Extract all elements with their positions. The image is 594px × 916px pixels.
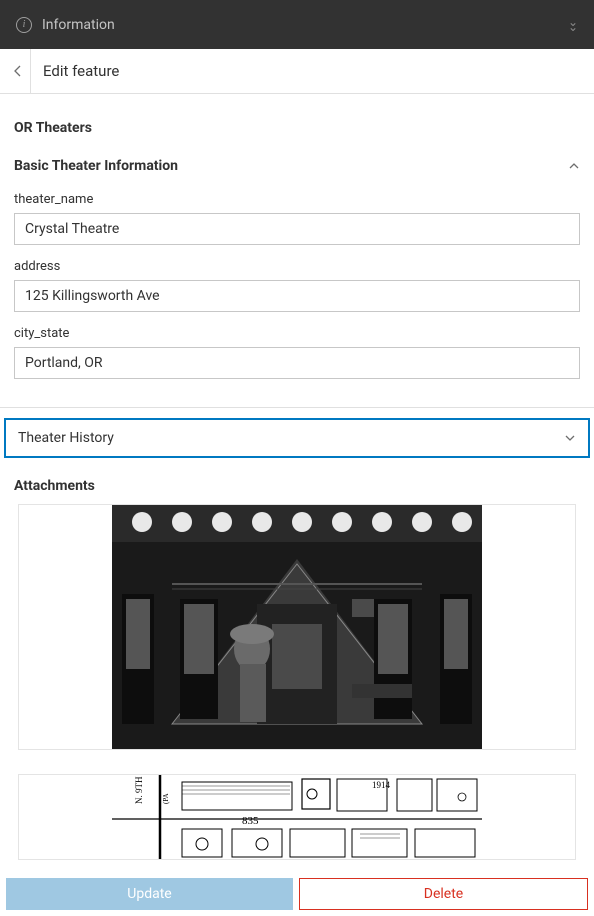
svg-text:(PA: (PA	[162, 793, 170, 804]
field-label-theater-name: theater_name	[14, 192, 580, 207]
edit-header: Edit feature	[0, 49, 594, 94]
collapse-icon[interactable]: ⌄⌄	[568, 20, 578, 30]
field-label-address: address	[14, 259, 580, 274]
attachment-image-icon: 835 1914 N. 9TH AV. (PA	[112, 774, 482, 860]
information-panel-header: i Information ⌄⌄	[0, 0, 594, 49]
update-button[interactable]: Update	[6, 878, 293, 910]
attachment-thumbnail[interactable]: 835 1914 N. 9TH AV. (PA	[18, 774, 576, 860]
delete-button[interactable]: Delete	[299, 878, 588, 910]
city-state-input[interactable]	[14, 347, 580, 379]
footer-actions: Update Delete	[6, 878, 588, 914]
chevron-down-icon	[564, 432, 576, 445]
attachments-label: Attachments	[0, 468, 594, 504]
group-title: Basic Theater Information	[14, 158, 178, 174]
layer-name: OR Theaters	[0, 94, 594, 140]
attachment-image-icon	[112, 504, 482, 750]
svg-text:835: 835	[242, 815, 259, 827]
svg-text:N. 9TH AV.: N. 9TH AV.	[134, 774, 144, 804]
back-button[interactable]	[8, 49, 28, 93]
theater-history-title: Theater History	[18, 430, 114, 446]
attachment-thumbnail[interactable]	[18, 504, 576, 750]
chevron-up-icon	[568, 159, 580, 173]
group-header-basic[interactable]: Basic Theater Information	[0, 140, 594, 178]
theater-history-section[interactable]: Theater History	[4, 418, 590, 458]
address-input[interactable]	[14, 280, 580, 312]
form-content: OR Theaters Basic Theater Information th…	[0, 94, 594, 874]
info-icon: i	[16, 17, 32, 33]
header-title: Edit feature	[37, 62, 119, 80]
field-label-city-state: city_state	[14, 326, 580, 341]
theater-name-input[interactable]	[14, 213, 580, 245]
section-divider	[0, 407, 594, 408]
panel-title: Information	[42, 17, 115, 33]
svg-text:1914: 1914	[372, 780, 391, 790]
